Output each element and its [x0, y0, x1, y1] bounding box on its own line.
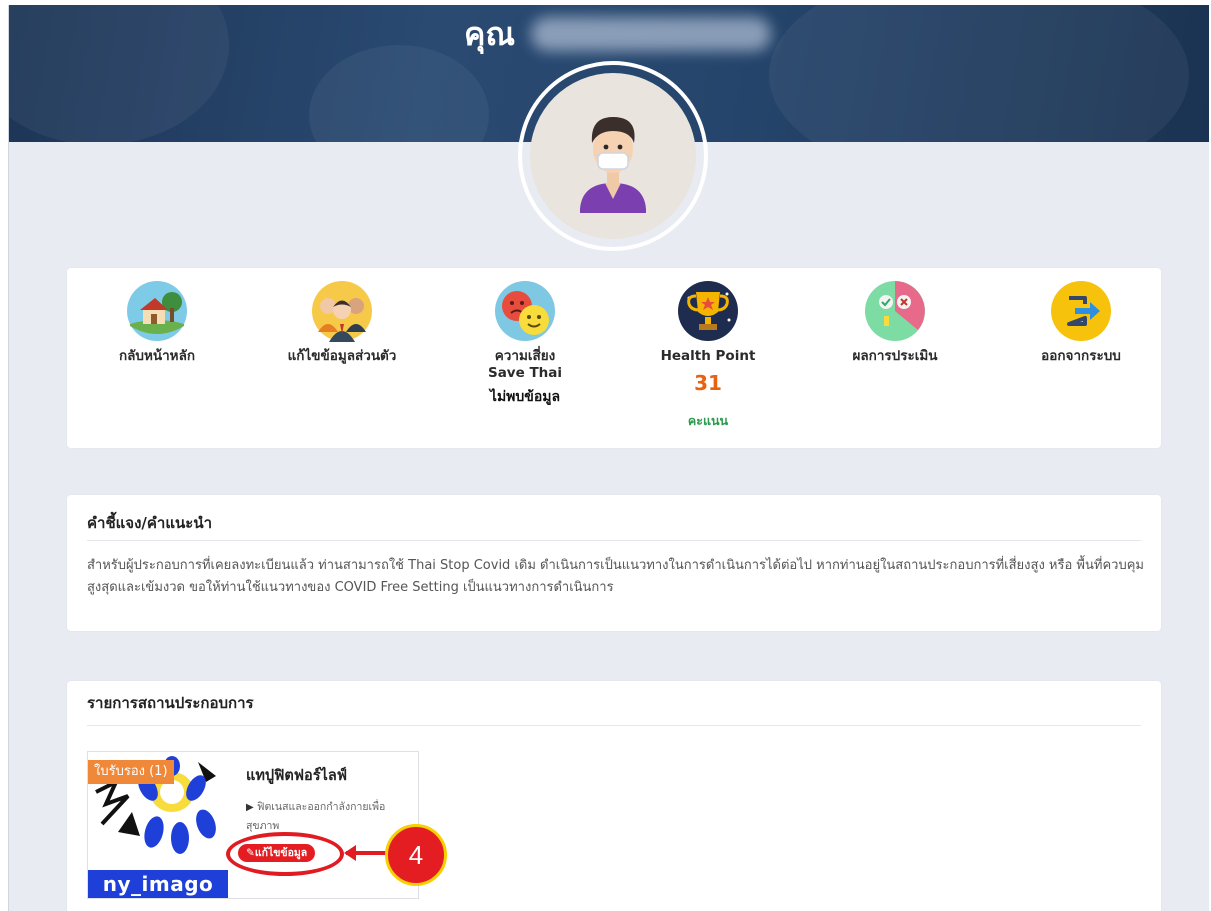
people-icon	[312, 281, 372, 342]
divider	[87, 540, 1141, 541]
risk-status: ไม่พบข้อมูล	[489, 389, 561, 405]
menu-label: ออกจากระบบ	[1041, 348, 1121, 364]
callout-arrow-head	[344, 845, 356, 861]
redacted-name	[531, 17, 771, 51]
pencil-icon: ✎	[246, 847, 255, 859]
masked-person-icon	[580, 117, 646, 213]
menu-risk-save-thai[interactable]: ความเสี่ยง Save Thai ไม่พบข้อมูล	[445, 280, 605, 408]
thumbnail-label: ny_imago	[88, 870, 228, 898]
trophy-icon	[678, 281, 738, 341]
menu-home[interactable]: กลับหน้าหลัก	[77, 280, 237, 365]
health-point-value: 31	[694, 371, 722, 395]
risk-faces-icon	[495, 281, 555, 341]
logout-icon	[1051, 281, 1111, 341]
menu-label: ความเสี่ยง	[494, 348, 556, 364]
business-list-card: รายการสถานประกอบการ ใบรับรอง (1) ny_imag…	[67, 681, 1161, 911]
step-number-badge: 4	[385, 824, 447, 886]
menu-edit-profile[interactable]: แก้ไขข้อมูลส่วนตัว	[262, 280, 422, 365]
menu-label: กลับหน้าหลัก	[118, 348, 196, 364]
quick-menu: กลับหน้าหลัก แก้ไขข้อมูลส่วนตัว ความเสี่…	[67, 268, 1161, 448]
menu-label: ผลการประเมิน	[852, 348, 938, 364]
business-thumbnail[interactable]: ใบรับรอง (1) ny_imago	[88, 752, 228, 898]
assessment-icon	[865, 281, 925, 341]
business-list-title: รายการสถานประกอบการ	[87, 694, 254, 712]
edit-button-label: แก้ไขข้อมูล	[254, 847, 308, 859]
menu-sublabel: Save Thai	[487, 365, 563, 381]
menu-label: Health Point	[660, 348, 756, 364]
home-icon	[127, 281, 187, 341]
business-category-label: ฟิตเนสและออกกำลังกายเพื่อสุขภาพ	[246, 801, 386, 832]
instructions-text: สำหรับผู้ประกอบการที่เคยลงทะเบียนแล้ว ท่…	[87, 558, 1144, 595]
menu-label: แก้ไขข้อมูลส่วนตัว	[287, 348, 397, 364]
business-card[interactable]: ใบรับรอง (1) ny_imago แทปูฟิตฟอร์ไลฟ์ ▶ …	[87, 751, 419, 899]
business-category: ▶ ฟิตเนสและออกกำลังกายเพื่อสุขภาพ	[246, 798, 414, 835]
divider	[87, 725, 1141, 726]
menu-assessment[interactable]: ผลการประเมิน	[815, 280, 975, 365]
health-point-unit: คะแนน	[687, 413, 729, 428]
edit-business-button[interactable]: ✎แก้ไขข้อมูล	[238, 844, 316, 862]
app-frame: คุณ กลับหน้าหลัก แก้ไขข้อมูลส่วนตัว ความ…	[8, 5, 1209, 911]
instructions-title: คำชี้แจง/คำแนะนำ	[87, 514, 213, 532]
menu-health-point[interactable]: Health Point 31 คะแนน	[628, 280, 788, 431]
instructions-card: คำชี้แจง/คำแนะนำ สำหรับผู้ประกอบการที่เค…	[67, 495, 1161, 631]
avatar	[530, 73, 696, 239]
folder-icon: ▶	[246, 802, 254, 813]
user-greeting: คุณ	[464, 15, 516, 53]
menu-logout[interactable]: ออกจากระบบ	[1001, 280, 1161, 365]
business-name[interactable]: แทปูฟิตฟอร์ไลฟ์	[246, 764, 347, 787]
certificate-badge: ใบรับรอง (1)	[88, 760, 174, 784]
